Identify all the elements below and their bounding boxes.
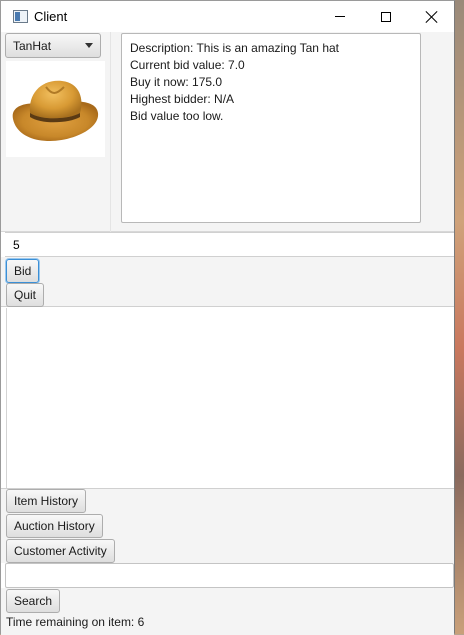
output-log-area[interactable]: [6, 308, 454, 488]
application-window-icon: [13, 10, 28, 23]
minimize-button[interactable]: [317, 1, 363, 32]
hat-icon: [12, 80, 99, 141]
minimize-icon: [335, 16, 345, 17]
chevron-down-icon: [85, 43, 93, 48]
desktop-background: [454, 0, 464, 634]
close-icon: [426, 11, 438, 23]
quit-button[interactable]: Quit: [6, 283, 45, 307]
bid-button[interactable]: Bid: [6, 259, 40, 283]
bid-amount-input[interactable]: [5, 232, 454, 257]
search-button[interactable]: Search: [6, 589, 61, 613]
buy-it-now-line: Buy it now: 175.0: [130, 75, 223, 89]
description-line: Description: This is an amazing Tan hat: [130, 41, 339, 55]
item-history-button[interactable]: Item History: [6, 489, 87, 513]
item-image: [6, 61, 105, 157]
maximize-icon: [381, 11, 391, 22]
current-bid-line: Current bid value: 7.0: [130, 58, 245, 72]
panel-divider: [110, 32, 111, 232]
customer-activity-button[interactable]: Customer Activity: [6, 539, 115, 563]
title-bar[interactable]: Client: [1, 1, 454, 32]
maximize-button[interactable]: [363, 1, 409, 32]
item-select-value: TanHat: [13, 38, 52, 53]
auction-history-button[interactable]: Auction History: [6, 514, 103, 538]
item-description-area[interactable]: Description: This is an amazing Tan hat …: [121, 33, 421, 223]
window-title: Client: [34, 9, 68, 24]
time-remaining-label: Time remaining on item: 6: [6, 615, 145, 629]
highest-bidder-line: Highest bidder: N/A: [130, 92, 235, 106]
bid-actions-panel: [1, 257, 454, 307]
close-button[interactable]: [409, 1, 455, 32]
client-window: Client TanHat Description: This is an am…: [0, 0, 455, 635]
search-input[interactable]: [5, 563, 454, 588]
item-select-dropdown[interactable]: TanHat: [5, 33, 101, 58]
bid-status-line: Bid value too low.: [130, 109, 224, 123]
